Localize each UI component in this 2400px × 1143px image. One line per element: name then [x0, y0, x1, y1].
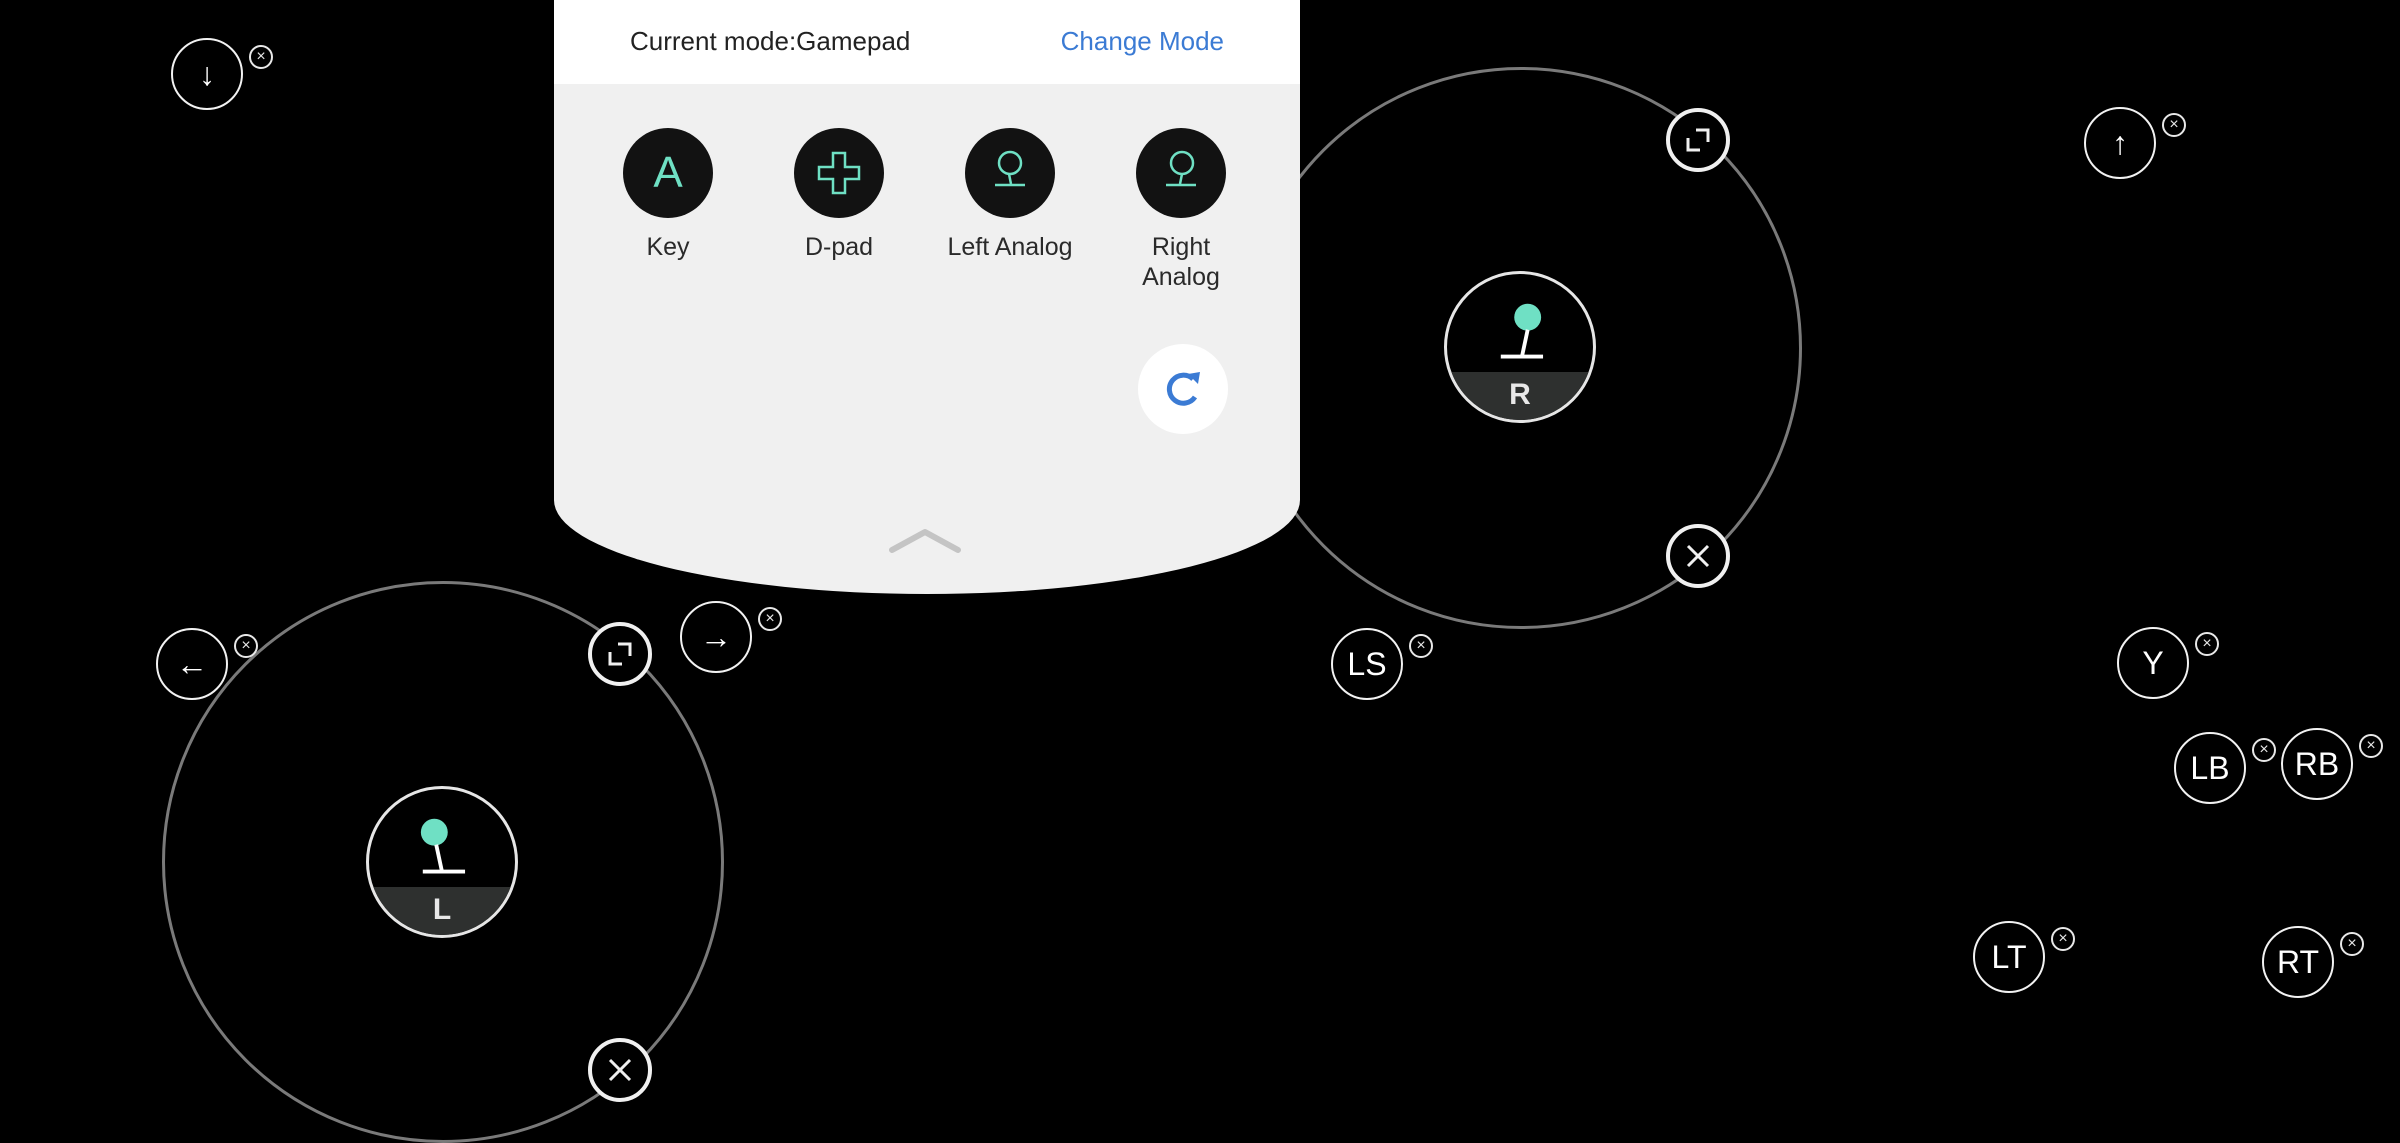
- right-analog-delete-handle[interactable]: [1666, 524, 1730, 588]
- key-label: RT: [2276, 943, 2320, 980]
- add-dpad-tool[interactable]: D-pad: [769, 128, 909, 262]
- resize-icon: [608, 642, 632, 666]
- key-ls[interactable]: LS: [1331, 628, 1403, 700]
- tool-label: Right Analog: [1142, 233, 1220, 291]
- key-left-arrow[interactable]: ←: [156, 628, 228, 700]
- key-right-arrow[interactable]: →: [680, 601, 752, 673]
- close-icon: [1686, 544, 1710, 568]
- remove-key-rt[interactable]: ×: [2340, 932, 2364, 956]
- add-key-tool[interactable]: A Key: [598, 128, 738, 262]
- left-analog-knob[interactable]: L: [366, 786, 518, 938]
- panel-header: Current mode:Gamepad Change Mode: [554, 0, 1300, 84]
- remove-key-ls[interactable]: ×: [1409, 634, 1433, 658]
- resize-icon: [1686, 128, 1710, 152]
- left-analog-resize-handle[interactable]: [588, 622, 652, 686]
- change-mode-button[interactable]: Change Mode: [1061, 26, 1224, 57]
- tool-label: Left Analog: [947, 233, 1073, 261]
- key-a-icon: A: [623, 128, 713, 218]
- remove-key-rb[interactable]: ×: [2359, 734, 2383, 758]
- right-analog-label: R: [1447, 372, 1593, 420]
- left-analog-delete-handle[interactable]: [588, 1038, 652, 1102]
- arrow-up-icon: ↑: [2112, 124, 2128, 161]
- remove-key-down-arrow[interactable]: ×: [249, 45, 273, 69]
- arrow-left-icon: ←: [176, 645, 208, 682]
- add-right-analog-tool[interactable]: Right Analog: [1111, 128, 1251, 292]
- key-lb[interactable]: LB: [2174, 732, 2246, 804]
- arrow-right-icon: →: [700, 618, 732, 655]
- current-mode-label: Current mode:Gamepad: [630, 26, 911, 56]
- dpad-icon: [794, 128, 884, 218]
- key-rt[interactable]: RT: [2262, 926, 2334, 998]
- chevron-up-icon: [889, 529, 961, 553]
- remove-key-left-arrow[interactable]: ×: [234, 634, 258, 658]
- left-analog-label: L: [369, 887, 515, 935]
- key-down-arrow[interactable]: ↓: [171, 38, 243, 110]
- key-label: LB: [2190, 749, 2230, 786]
- key-lt[interactable]: LT: [1973, 921, 2045, 993]
- right-analog-icon: [1136, 128, 1226, 218]
- remove-key-y[interactable]: ×: [2195, 632, 2219, 656]
- right-analog-resize-handle[interactable]: [1666, 108, 1730, 172]
- left-analog-icon: [965, 128, 1055, 218]
- arrow-down-icon: ↓: [199, 55, 215, 92]
- key-up-arrow[interactable]: ↑: [2084, 107, 2156, 179]
- reset-button[interactable]: [1138, 344, 1228, 434]
- remove-key-up-arrow[interactable]: ×: [2162, 113, 2186, 137]
- collapse-panel-button[interactable]: [888, 526, 962, 556]
- key-a-glyph: A: [653, 148, 683, 197]
- key-y[interactable]: Y: [2117, 627, 2189, 699]
- refresh-icon: [1166, 372, 1200, 406]
- remove-key-lt[interactable]: ×: [2051, 927, 2075, 951]
- remove-key-right-arrow[interactable]: ×: [758, 607, 782, 631]
- key-rb[interactable]: RB: [2281, 728, 2353, 800]
- key-label: LS: [1347, 645, 1387, 682]
- key-label: LT: [1991, 938, 2027, 975]
- remove-key-lb[interactable]: ×: [2252, 738, 2276, 762]
- add-left-analog-tool[interactable]: Left Analog: [940, 128, 1080, 262]
- tool-label: D-pad: [804, 233, 874, 261]
- key-label: Y: [2142, 644, 2164, 681]
- key-label: RB: [2294, 745, 2340, 782]
- control-panel: Current mode:Gamepad Change Mode A Key D…: [554, 0, 1300, 594]
- right-analog-knob[interactable]: R: [1444, 271, 1596, 423]
- tool-label: Key: [646, 233, 690, 261]
